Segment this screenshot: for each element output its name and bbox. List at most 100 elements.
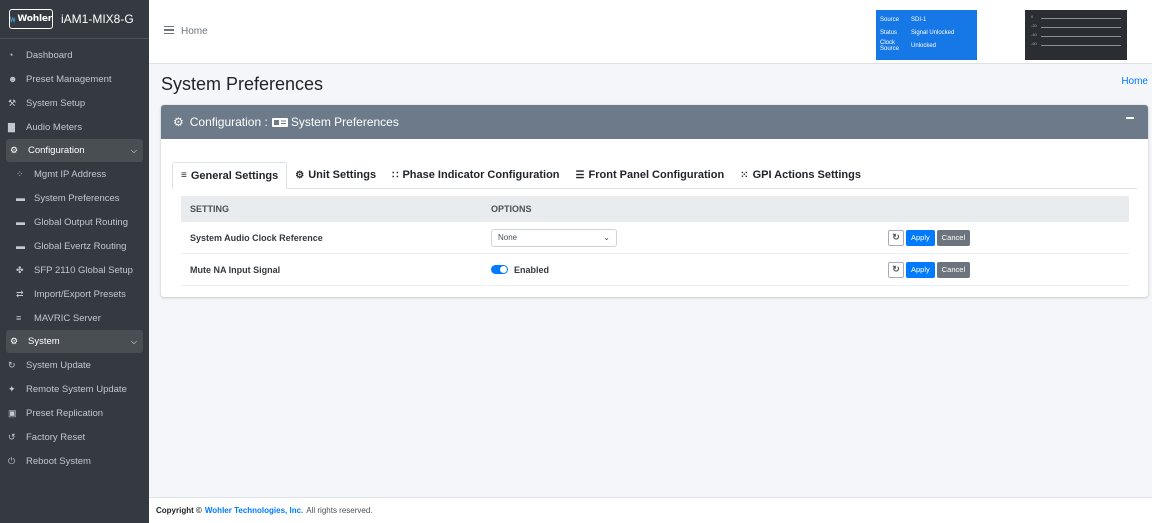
- sidebar-item-system-setup[interactable]: ⚒ System Setup: [0, 91, 149, 115]
- grid-icon: ∷: [392, 169, 399, 181]
- refresh-button[interactable]: ↻: [888, 229, 904, 246]
- meter-tick-label: -60: [1031, 41, 1037, 46]
- chevron-down-icon: ⌄: [603, 233, 610, 242]
- meter-line: 0: [1031, 14, 1121, 23]
- mute-na-toggle[interactable]: Enabled: [491, 265, 878, 275]
- apply-button[interactable]: Apply: [906, 229, 935, 246]
- sidebar: Wohler iAM1-MIX8-G ◔ Dashboard ☻ Preset Ma…: [0, 0, 149, 523]
- sidebar-item-label: Global Evertz Routing: [34, 240, 127, 252]
- meter-line: -20: [1031, 23, 1121, 32]
- tab-front-panel-configuration[interactable]: ☰ Front Panel Configuration: [568, 162, 733, 188]
- sidebar-item-preset-management[interactable]: ☻ Preset Management: [0, 67, 149, 91]
- sidebar-item-label: Factory Reset: [26, 431, 86, 443]
- setting-name: Mute NA Input Signal: [190, 264, 281, 275]
- breadcrumb[interactable]: Home: [1121, 76, 1148, 87]
- sidebar-item-audio-meters[interactable]: ▇ Audio Meters: [0, 115, 149, 139]
- server-icon: ≡: [16, 313, 22, 323]
- meter-tick-label: 0: [1031, 14, 1034, 19]
- clock-source-key: Clock Source: [880, 39, 900, 52]
- sidebar-item-factory-reset[interactable]: ↺ Factory Reset: [0, 425, 149, 449]
- cancel-button[interactable]: Cancel: [936, 261, 971, 278]
- sidebar-item-system-update[interactable]: ↻ System Update: [0, 353, 149, 377]
- cogs-icon: ⚙: [10, 336, 19, 346]
- footer: Copyright © Wohler Technologies, Inc. Al…: [149, 497, 1152, 523]
- tab-phase-indicator-configuration[interactable]: ∷ Phase Indicator Configuration: [384, 162, 567, 188]
- toggle-switch[interactable]: [491, 265, 508, 274]
- sidebar-group-system[interactable]: ⚙ System ⌵: [6, 330, 143, 353]
- setting-name: System Audio Clock Reference: [190, 232, 323, 243]
- sidebar-item-global-evertz-routing[interactable]: ▬ Global Evertz Routing: [0, 234, 149, 258]
- sidebar-group-label: Configuration: [28, 145, 85, 156]
- sidebar-item-label: Mgmt IP Address: [34, 168, 107, 180]
- content-header: System Preferences Home: [149, 64, 1152, 104]
- sidebar-item-label: Audio Meters: [26, 121, 82, 133]
- exchange-icon: ⇄: [16, 288, 24, 299]
- toggle-label: Enabled: [514, 264, 550, 275]
- clock-reference-select[interactable]: None ⌄: [491, 228, 617, 247]
- sidebar-item-label: Reboot System: [26, 455, 91, 467]
- page-title: System Preferences: [161, 74, 324, 94]
- sidebar-item-label: Import/Export Presets: [34, 288, 126, 300]
- sidebar-item-import-export-presets[interactable]: ⇄ Import/Export Presets: [0, 282, 149, 306]
- card-title-prefix: Configuration :: [189, 115, 268, 129]
- sidebar-item-label: SFP 2110 Global Setup: [34, 264, 133, 276]
- menu-toggle-icon[interactable]: [164, 26, 174, 34]
- sidebar-item-label: Remote System Update: [26, 383, 127, 395]
- sidebar-item-reboot-system[interactable]: ⏻ Reboot System: [0, 449, 149, 473]
- sidebar-item-sfp-2110-global-setup[interactable]: ✤ SFP 2110 Global Setup: [0, 258, 149, 282]
- sidebar-item-label: System Update: [26, 359, 91, 371]
- company-link[interactable]: Wohler Technologies, Inc.: [205, 506, 303, 515]
- sidebar-item-preset-replication[interactable]: ▣ Preset Replication: [0, 401, 149, 425]
- sync-icon: ↻: [892, 232, 900, 242]
- chevron-down-icon: ⌵: [130, 145, 137, 155]
- sidebar-item-global-output-routing[interactable]: ▬ Global Output Routing: [0, 210, 149, 234]
- id-card-icon: ▬: [16, 193, 25, 203]
- list-icon: ☰: [575, 169, 585, 181]
- sidebar-group-label: System: [28, 336, 60, 347]
- sidebar-item-label: Global Output Routing: [34, 216, 129, 228]
- power-icon: ⏻: [8, 455, 16, 466]
- clone-icon: ▣: [8, 407, 17, 418]
- sidebar-group-configuration[interactable]: ⚙ Configuration ⌵: [6, 139, 143, 162]
- refresh-button[interactable]: ↻: [888, 261, 904, 278]
- sidebar-item-dashboard[interactable]: ◔ Dashboard: [0, 43, 149, 67]
- tab-label: Front Panel Configuration: [588, 169, 725, 181]
- meter-tick-label: -20: [1031, 23, 1037, 28]
- chevron-down-icon: ⌵: [130, 336, 137, 346]
- column-header-options: OPTIONS: [491, 204, 532, 214]
- sidebar-item-mgmt-ip-address[interactable]: ⁘ Mgmt IP Address: [0, 162, 149, 186]
- status-key: Status: [880, 29, 898, 36]
- table-row: System Audio Clock Reference None ⌄ ↻ Ap…: [181, 222, 1129, 254]
- tab-label: General Settings: [190, 169, 279, 182]
- settings-table: SETTING OPTIONS System Audio Clock Refer…: [181, 196, 1129, 286]
- list-icon: ≡: [181, 170, 187, 181]
- sidebar-item-mavric-server[interactable]: ≡ MAVRIC Server: [0, 306, 149, 330]
- apply-button[interactable]: Apply: [906, 261, 935, 278]
- users-icon: ☻: [8, 74, 18, 84]
- tab-unit-settings[interactable]: ⚙ Unit Settings: [287, 162, 384, 188]
- mini-audio-meter[interactable]: 0 -20 -40 -60: [1025, 10, 1127, 60]
- tab-label: Phase Indicator Configuration: [402, 169, 560, 181]
- device-name: iAM1-MIX8-G: [61, 12, 134, 26]
- sidebar-nav: ◔ Dashboard ☻ Preset Management ⚒ System Se…: [0, 39, 149, 473]
- dots-icon: ⁙: [740, 169, 749, 181]
- signal-status-panel: Source SDI-1 Status Signal Unlocked Clock …: [876, 10, 977, 60]
- meter-line: -40: [1031, 32, 1121, 41]
- column-header-setting: SETTING: [190, 204, 230, 214]
- sidebar-item-remote-system-update[interactable]: ✦ Remote System Update: [0, 377, 149, 401]
- tab-gpi-actions-settings[interactable]: ⁙ GPI Actions Settings: [732, 162, 869, 188]
- top-home-link[interactable]: Home: [181, 26, 208, 37]
- table-header: SETTING OPTIONS: [181, 196, 1129, 222]
- tab-label: Unit Settings: [308, 169, 377, 181]
- collapse-minus-icon[interactable]: [1126, 117, 1134, 119]
- status-value: Signal Unlocked: [911, 29, 955, 36]
- brand[interactable]: Wohler iAM1-MIX8-G: [0, 0, 149, 39]
- bar-chart-icon: ▇: [8, 121, 15, 132]
- tab-general-settings[interactable]: ≡ General Settings: [172, 162, 288, 189]
- network-icon: ⁘: [16, 168, 24, 179]
- wohler-w-icon: [10, 16, 16, 23]
- gear-icon: ⚙: [10, 145, 19, 155]
- sidebar-item-label: Preset Replication: [26, 407, 104, 419]
- sidebar-item-system-preferences[interactable]: ▬ System Preferences: [0, 186, 149, 210]
- cancel-button[interactable]: Cancel: [936, 229, 971, 246]
